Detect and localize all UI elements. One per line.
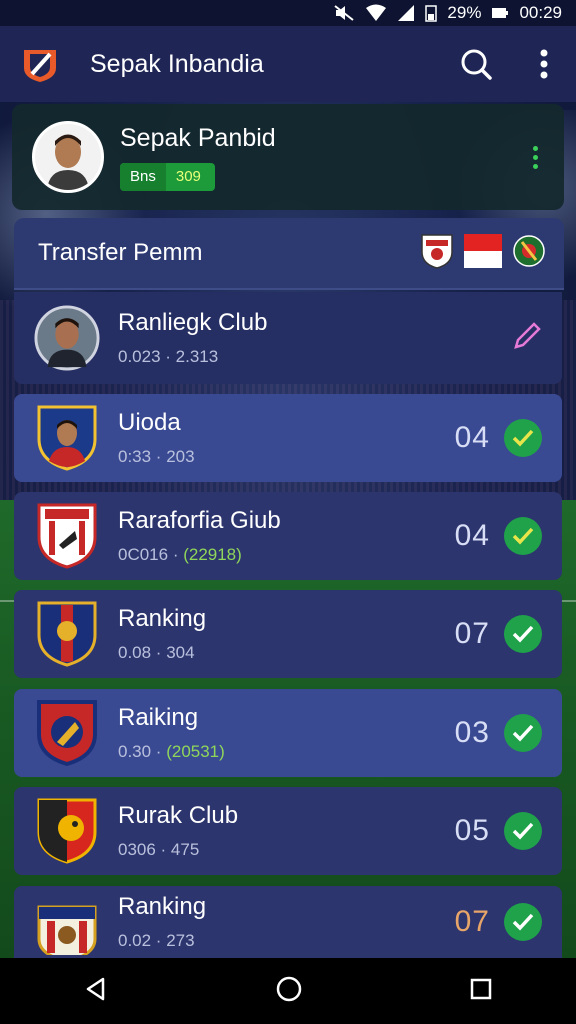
player-avatar <box>34 303 100 373</box>
home-circle-icon <box>276 976 302 1001</box>
list-item[interactable]: Ranking 0.02 · 273 07 <box>14 886 562 958</box>
avatar <box>32 121 104 193</box>
list-item[interactable]: Ranking 0.08 · 304 07 <box>14 590 562 678</box>
club-name: Rurak Club <box>118 802 239 829</box>
recents-button[interactable] <box>469 977 493 1006</box>
check-icon[interactable] <box>504 517 542 555</box>
pencil-icon <box>514 321 541 349</box>
list-item[interactable]: Ranliegk Club 0.023 · 2.313 <box>14 292 562 384</box>
system-nav-bar <box>0 958 576 1024</box>
app-title: Sepak Inbandia <box>90 49 264 78</box>
list-item[interactable]: Raiking 0.30 · (20531) 03 <box>14 689 562 777</box>
recents-square-icon <box>470 978 492 999</box>
club-crest-icon <box>34 599 100 669</box>
list-item[interactable]: Rurak Club 0306 · 475 05 <box>14 787 562 875</box>
profile-more-icon[interactable] <box>520 145 550 169</box>
rank-value: 03 <box>454 716 490 749</box>
club-name: Uioda <box>118 409 181 436</box>
signal-icon <box>397 4 415 22</box>
club-name: Raraforfia Giub <box>118 507 281 534</box>
check-icon[interactable] <box>504 714 542 752</box>
badge-value: 309 <box>175 168 201 185</box>
club-meta: 0.08 · 304 <box>118 643 195 662</box>
transfer-header: Transfer Pemm <box>14 218 564 290</box>
profile-name: Sepak Panbid <box>120 123 276 152</box>
home-button[interactable] <box>275 975 303 1008</box>
more-options-button[interactable] <box>520 40 568 88</box>
transfer-title: Transfer Pemm <box>38 239 203 266</box>
club-crest-icon[interactable] <box>420 232 454 275</box>
check-icon[interactable] <box>504 903 542 941</box>
indonesia-flag-icon[interactable] <box>464 233 502 273</box>
app-bar: Sepak Inbandia <box>0 26 576 102</box>
status-bar: 29% 00:29 <box>0 0 576 26</box>
rank-value: 07 <box>454 905 490 938</box>
clock: 00:29 <box>519 3 562 22</box>
mute-icon <box>333 4 355 22</box>
club-crest-icon <box>34 796 100 866</box>
back-button[interactable] <box>83 976 109 1007</box>
club-crest-icon <box>34 887 100 957</box>
club-meta: 0.30 · (20531) <box>118 742 225 761</box>
club-meta: 0306 · 475 <box>118 840 200 859</box>
battery-percent: 29% <box>447 3 482 22</box>
club-name: Ranliegk Club <box>118 309 268 336</box>
club-badge-icon[interactable] <box>512 234 546 273</box>
search-icon <box>461 49 492 80</box>
list-item[interactable]: Uioda 0:33 · 203 04 <box>14 394 562 482</box>
back-triangle-icon <box>86 977 105 1000</box>
club-name: Ranking <box>118 893 207 920</box>
club-crest-icon <box>34 403 100 473</box>
club-name: Raiking <box>118 704 199 731</box>
check-icon[interactable] <box>504 615 542 653</box>
battery-icon <box>491 7 509 19</box>
club-crest-icon <box>34 698 100 768</box>
list-item[interactable]: Raraforfia Giub 0C016 · (22918) 04 <box>14 492 562 580</box>
rank-value: 05 <box>454 814 490 847</box>
club-meta: 0C016 · (22918) <box>118 545 242 564</box>
search-button[interactable] <box>452 40 500 88</box>
app-logo-icon <box>20 44 60 84</box>
badge-label: Bns <box>120 162 166 191</box>
edit-button[interactable] <box>510 319 544 358</box>
rank-value: 07 <box>454 617 490 650</box>
rank-value: 04 <box>454 421 490 454</box>
profile-card[interactable]: Sepak Panbid Bns 309 <box>12 104 564 210</box>
check-icon[interactable] <box>504 419 542 457</box>
more-vertical-icon <box>540 49 548 79</box>
profile-badge: Bns 309 <box>120 162 215 191</box>
club-meta: 0:33 · 203 <box>118 447 195 466</box>
wifi-icon <box>365 4 387 22</box>
club-crest-icon <box>34 501 100 571</box>
check-icon[interactable] <box>504 812 542 850</box>
club-meta: 0.02 · 273 <box>118 931 195 950</box>
club-meta: 0.023 · 2.313 <box>118 347 219 366</box>
battery-small-icon <box>425 4 438 22</box>
rank-value: 04 <box>454 519 490 552</box>
club-name: Ranking <box>118 605 207 632</box>
